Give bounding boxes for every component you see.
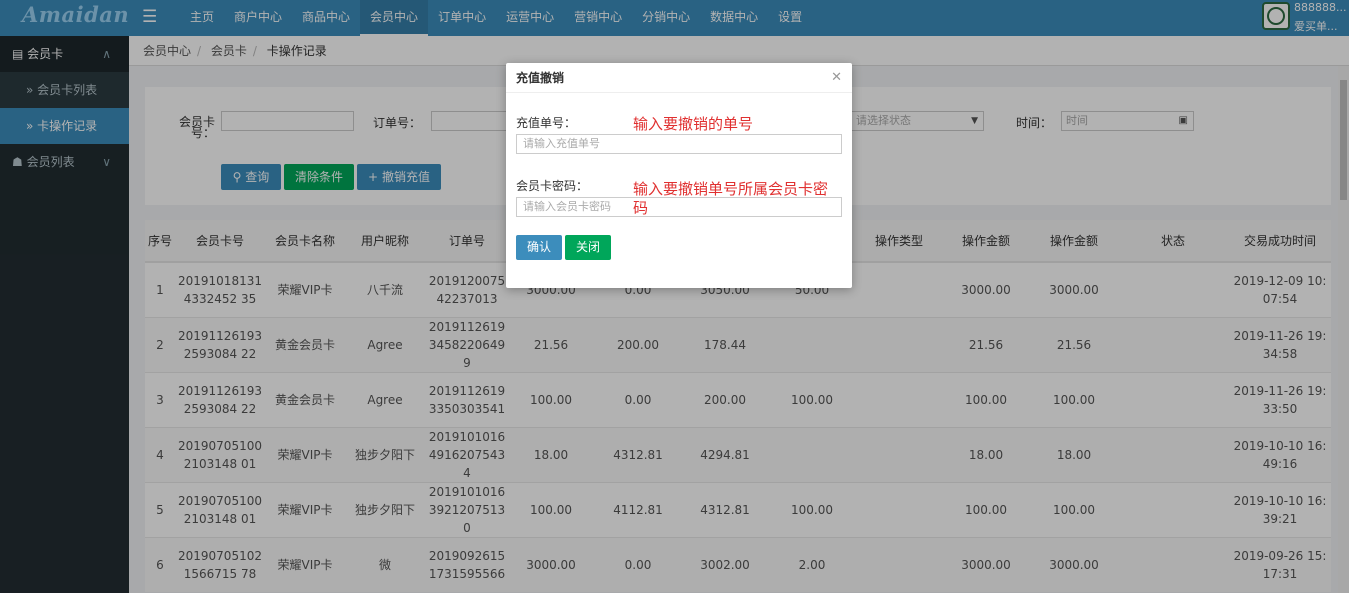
confirm-button[interactable]: 确认 — [516, 235, 563, 260]
order-hint: 输入要撤销的单号 — [633, 115, 754, 133]
card-password-label: 会员卡密码： — [516, 179, 589, 193]
dialog-header: 充值撤销 ✕ — [506, 63, 852, 93]
close-button[interactable]: 关闭 — [565, 235, 612, 260]
close-icon[interactable]: ✕ — [831, 63, 842, 93]
recharge-order-input[interactable]: 请输入充值单号 — [516, 134, 842, 154]
order-no-label: 充值单号： — [516, 116, 577, 130]
dialog-title: 充值撤销 — [516, 71, 565, 85]
password-hint: 输入要撤销单号所属会员卡密码 — [633, 180, 829, 217]
revoke-recharge-dialog: 充值撤销 ✕ 充值单号： 输入要撤销的单号 请输入充值单号 会员卡密码： 请输入… — [506, 63, 852, 288]
